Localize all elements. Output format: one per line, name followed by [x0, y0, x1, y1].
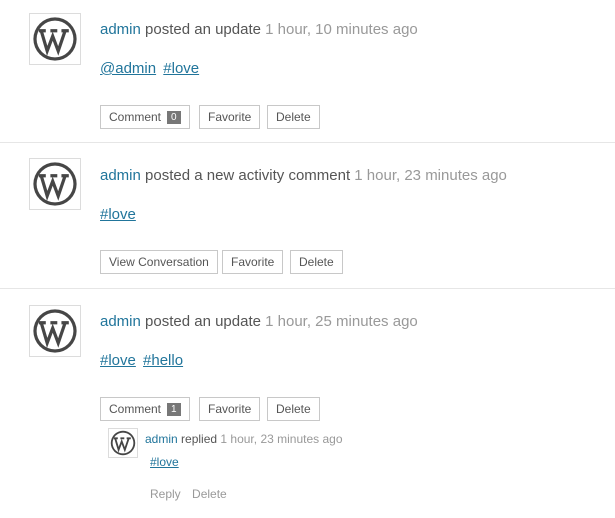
user-link[interactable]: admin — [100, 313, 141, 330]
timestamp[interactable]: 1 hour, 23 minutes ago — [354, 167, 507, 184]
comment-label: Comment — [109, 110, 162, 124]
reply-link[interactable]: Reply — [150, 487, 181, 501]
wordpress-logo-icon — [33, 17, 77, 61]
favorite-button[interactable]: Favorite — [222, 250, 284, 274]
reply-timestamp[interactable]: 1 hour, 23 minutes ago — [220, 432, 342, 446]
timestamp[interactable]: 1 hour, 25 minutes ago — [265, 313, 418, 330]
hashtag-link[interactable]: #love — [163, 60, 199, 77]
comment-button[interactable]: Comment 1 — [100, 397, 190, 421]
hashtag-link[interactable]: #love — [100, 206, 136, 223]
avatar[interactable] — [29, 13, 81, 65]
delete-button[interactable]: Delete — [267, 105, 320, 129]
action-text: posted an update — [145, 313, 261, 330]
comment-count-badge: 1 — [167, 402, 181, 416]
user-link[interactable]: admin — [100, 167, 141, 184]
reply-action-text: replied — [181, 432, 218, 446]
mention-link[interactable]: @admin — [100, 60, 156, 77]
activity-header: admin posted an update 1 hour, 10 minute… — [100, 21, 418, 38]
delete-button[interactable]: Delete — [290, 250, 343, 274]
hashtag-link[interactable]: #hello — [143, 352, 183, 369]
avatar[interactable] — [29, 305, 81, 357]
activity-header: admin posted a new activity comment 1 ho… — [100, 167, 507, 184]
comment-count-badge: 0 — [167, 110, 181, 124]
delete-button[interactable]: Delete — [267, 397, 320, 421]
activity-content: @admin #love — [100, 60, 202, 77]
action-text: posted a new activity comment — [145, 167, 351, 184]
wordpress-logo-icon — [33, 309, 77, 353]
activity-content: #love — [100, 206, 139, 223]
activity-item: admin posted an update 1 hour, 10 minute… — [0, 0, 615, 143]
view-conversation-button[interactable]: View Conversation — [100, 250, 218, 274]
wordpress-logo-icon — [33, 162, 77, 206]
reply-delete-link[interactable]: Delete — [192, 487, 227, 501]
comment-label: Comment — [109, 402, 162, 416]
user-link[interactable]: admin — [100, 21, 141, 38]
comment-button[interactable]: Comment 0 — [100, 105, 190, 129]
hashtag-link[interactable]: #love — [100, 352, 136, 369]
reply-header: admin replied 1 hour, 23 minutes ago — [145, 432, 343, 446]
wordpress-logo-icon — [110, 430, 136, 456]
hashtag-link[interactable]: #love — [150, 455, 179, 469]
activity-content: #love #hello — [100, 352, 186, 369]
activity-item: admin posted an update 1 hour, 25 minute… — [0, 289, 615, 518]
activity-item: admin posted a new activity comment 1 ho… — [0, 143, 615, 289]
reply-content: #love — [150, 455, 179, 469]
reply-user-link[interactable]: admin — [145, 432, 178, 446]
timestamp[interactable]: 1 hour, 10 minutes ago — [265, 21, 418, 38]
reply-avatar[interactable] — [108, 428, 138, 458]
activity-header: admin posted an update 1 hour, 25 minute… — [100, 313, 418, 330]
reply-actions: Reply Delete — [150, 487, 235, 501]
favorite-button[interactable]: Favorite — [199, 397, 261, 421]
action-text: posted an update — [145, 21, 261, 38]
avatar[interactable] — [29, 158, 81, 210]
favorite-button[interactable]: Favorite — [199, 105, 261, 129]
